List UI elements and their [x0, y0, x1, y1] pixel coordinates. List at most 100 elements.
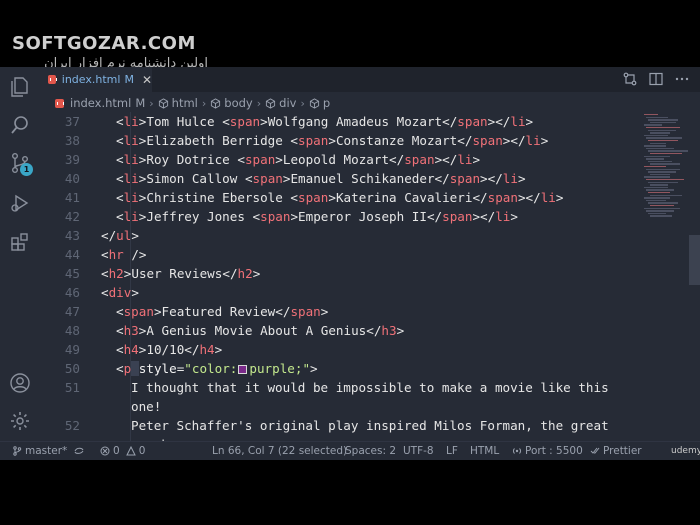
- code-line[interactable]: 44 <hr />: [40, 245, 640, 264]
- code-line[interactable]: 48 <h3>A Genius Movie About A Genius</h3>: [40, 321, 640, 340]
- minimap[interactable]: [640, 112, 690, 441]
- chevron-right-icon: ›: [256, 96, 262, 110]
- line-number: 49: [64, 342, 80, 357]
- udemy-logo: udemy: [671, 446, 700, 456]
- code-token: li: [502, 171, 518, 186]
- tab-label: index.html: [61, 73, 121, 86]
- sync-icon[interactable]: [74, 446, 87, 456]
- code-token: >: [540, 133, 549, 148]
- code-token: 10/10: [146, 342, 185, 357]
- code-token: span: [404, 152, 435, 167]
- split-editor-icon[interactable]: [648, 71, 664, 87]
- error-count: 0: [113, 445, 120, 457]
- eol-status[interactable]: LF: [446, 445, 458, 457]
- code-token: ul: [116, 228, 132, 243]
- live-server-status[interactable]: Port : 5500: [512, 445, 583, 457]
- indentation-status[interactable]: Spaces: 2: [345, 445, 396, 457]
- open-changes-icon[interactable]: [622, 71, 638, 87]
- tab-index-html[interactable]: index.html M ✕: [40, 67, 152, 92]
- code-line[interactable]: 47 <span>Featured Review</span>: [40, 302, 640, 321]
- code-token: User Reviews: [131, 266, 223, 281]
- code-line[interactable]: 49 <h4>10/10</h4>: [40, 340, 640, 359]
- minimap-line: [648, 129, 676, 131]
- minimap-line: [650, 205, 674, 207]
- code-token: <: [116, 152, 124, 167]
- code-token: span: [449, 171, 481, 186]
- breadcrumb-p[interactable]: p: [309, 96, 330, 110]
- code-line[interactable]: 37 <li>Tom Hulce <span>Wolfgang Amadeus M…: [40, 112, 640, 131]
- code-line[interactable]: 40 <li>Simon Callow <span>Emanuel Schikan…: [40, 169, 640, 188]
- code-token: </: [434, 171, 450, 186]
- breadcrumb-file[interactable]: index.html M: [55, 96, 145, 110]
- scrollbar-thumb[interactable]: [689, 235, 700, 285]
- code-token: ></: [434, 152, 458, 167]
- code-token: li: [123, 171, 139, 186]
- extensions-icon[interactable]: [8, 230, 32, 254]
- explorer-icon[interactable]: [8, 75, 32, 99]
- code-token: >: [396, 323, 405, 338]
- code-token: Elizabeth Berridge: [146, 133, 291, 148]
- code-token: ></: [517, 190, 541, 205]
- code-token: <: [116, 342, 124, 357]
- encoding-status[interactable]: UTF-8: [403, 445, 434, 457]
- tab-close-icon[interactable]: ✕: [142, 73, 152, 87]
- code-line[interactable]: 38 <li>Elizabeth Berridge <span>Constanze…: [40, 131, 640, 150]
- code-token: div: [108, 285, 132, 300]
- code-token: <: [252, 209, 261, 224]
- code-content: <li>Elizabeth Berridge <span>Constanze M…: [116, 131, 548, 150]
- code-token: <: [101, 266, 109, 281]
- line-number: 45: [64, 266, 80, 281]
- code-content: one!: [131, 397, 161, 416]
- formatter-label: Prettier: [603, 445, 642, 457]
- run-debug-icon[interactable]: [8, 191, 32, 215]
- color-swatch[interactable]: [238, 365, 248, 374]
- breadcrumb-body[interactable]: body: [210, 96, 253, 110]
- code-token: <: [290, 190, 299, 205]
- code-line[interactable]: one!: [40, 397, 640, 416]
- minimap-line: [644, 197, 670, 199]
- code-token: Katerina Cavalieri: [335, 190, 473, 205]
- code-line[interactable]: 46 <div>: [40, 283, 640, 302]
- code-token: span: [244, 152, 276, 167]
- code-token: >: [290, 209, 299, 224]
- problems-status[interactable]: 0 0: [100, 445, 145, 457]
- code-token: <: [116, 133, 124, 148]
- code-token: Emperor Joseph II: [298, 209, 427, 224]
- minimap-line: [646, 116, 668, 118]
- breadcrumb-div[interactable]: div: [265, 96, 296, 110]
- minimap-line: [648, 192, 670, 194]
- code-token: ></: [472, 209, 496, 224]
- warning-icon: [125, 446, 136, 456]
- code-line[interactable]: 41 <li>Christine Ebersole <span>Katerina …: [40, 188, 640, 207]
- cursor-position[interactable]: Ln 66, Col 7 (22 selected): [212, 445, 347, 457]
- code-token: >: [525, 114, 534, 129]
- code-token: span: [252, 171, 283, 186]
- code-line[interactable]: 43 </ul>: [40, 226, 640, 245]
- code-editor[interactable]: 37 <li>Tom Hulce <span>Wolfgang Amadeus M…: [40, 112, 640, 441]
- minimap-line: [644, 155, 670, 157]
- code-line[interactable]: 52 Peter Schaffer's original play inspire…: [40, 416, 640, 435]
- prettier-status[interactable]: Prettier: [590, 445, 642, 457]
- tab-bar: index.html M ✕: [40, 67, 700, 92]
- branch-status[interactable]: master*: [12, 445, 67, 457]
- code-line[interactable]: 39 <li>Roy Dotrice <span>Leopold Mozart</…: [40, 150, 640, 169]
- code-line[interactable]: 42 <li>Jeffrey Jones <span>Emperor Joseph…: [40, 207, 640, 226]
- code-token: span: [442, 209, 473, 224]
- more-actions-icon[interactable]: [674, 71, 690, 87]
- breadcrumb-html[interactable]: html: [158, 96, 198, 110]
- code-line[interactable]: 51 I thought that it would be impossible …: [40, 378, 640, 397]
- code-token: style: [138, 361, 177, 376]
- error-icon: [100, 446, 110, 456]
- search-icon[interactable]: [8, 113, 32, 137]
- code-line[interactable]: 50 <p style="color: purple;">: [40, 359, 640, 378]
- account-icon[interactable]: [8, 371, 32, 395]
- code-line[interactable]: 45 <h2>User Reviews</h2>: [40, 264, 640, 283]
- code-token: purple;": [249, 361, 311, 376]
- minimap-line: [648, 150, 688, 152]
- element-cube-icon: [158, 97, 168, 109]
- code-token: <: [116, 323, 124, 338]
- language-mode[interactable]: HTML: [470, 445, 499, 457]
- settings-icon[interactable]: [8, 409, 32, 433]
- breadcrumb-file-modified: M: [135, 96, 146, 110]
- code-token: span: [260, 209, 291, 224]
